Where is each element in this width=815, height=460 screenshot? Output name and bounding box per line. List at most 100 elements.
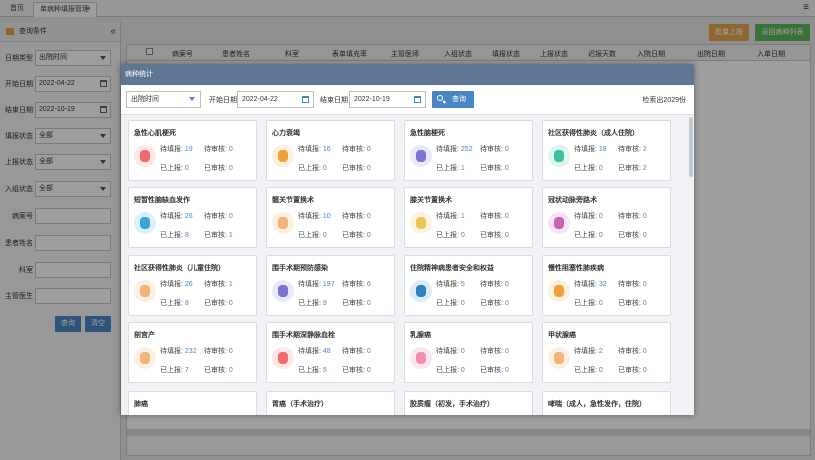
reported-stat: 已上报: 8 xyxy=(160,298,189,308)
reviewed-stat-label: 已审核: xyxy=(342,300,365,307)
disease-card[interactable]: 心力衰竭 待填报: 16 待审核: 0 已上报: 0 已审核: 0 xyxy=(266,120,395,181)
breast-icon xyxy=(410,347,432,369)
to-fill-stat: 待填报: 19 xyxy=(160,144,193,154)
to-review-stat-value: 0 xyxy=(366,348,371,355)
disease-card[interactable]: 急性心肌梗死 待填报: 19 待审核: 0 已上报: 0 已审核: 0 xyxy=(128,120,257,181)
disease-title: 短暂性脑缺血发作 xyxy=(134,197,190,204)
calendar-icon[interactable] xyxy=(414,96,421,103)
reviewed-stat: 已审核: 0 xyxy=(618,230,647,240)
to-review-stat-label: 待审核: xyxy=(480,348,503,355)
disease-card[interactable]: 髋关节置换术 待填报: 10 待审核: 0 已上报: 0 已审核: 0 xyxy=(266,187,395,248)
reported-stat: 已上报: 0 xyxy=(298,230,327,240)
disease-card[interactable]: 乳腺癌 待填报: 0 待审核: 0 已上报: 0 已审核: 0 xyxy=(404,322,533,383)
reported-stat-value: 9 xyxy=(322,300,327,307)
brain-icon xyxy=(410,145,432,167)
to-fill-stat-label: 待填报: xyxy=(160,213,183,220)
disease-card[interactable]: 甲状腺癌 待填报: 2 待审核: 0 已上报: 0 已审核: 0 xyxy=(542,322,671,383)
disease-card[interactable]: 哮喘（成人，急性发作，住院）待填报: 待审核: 已上报: 已审核: xyxy=(542,391,671,415)
to-fill-stat-label: 待填报: xyxy=(574,213,597,220)
reviewed-stat: 已审核: 0 xyxy=(342,298,371,308)
disease-card[interactable]: 急性脑梗死 待填报: 252 待审核: 0 已上报: 1 已审核: 0 xyxy=(404,120,533,181)
to-review-stat-label: 待审核: xyxy=(618,281,641,288)
to-review-stat-label: 待审核: xyxy=(342,348,365,355)
reported-stat-value: 0 xyxy=(598,367,603,374)
to-review-stat: 待审核: 0 xyxy=(204,144,233,154)
to-fill-stat: 待填报: 16 xyxy=(298,144,331,154)
modal-end-date-input[interactable]: 2022-10-19 xyxy=(349,91,426,108)
reported-stat: 已上报: 9 xyxy=(298,298,327,308)
to-review-stat: 待审核: 1 xyxy=(204,279,233,289)
disease-card[interactable]: 社区获得性肺炎（儿童住院） 待填报: 26 待审核: 1 已上报: 8 已审核: 0 xyxy=(128,255,257,316)
to-fill-stat-label: 待填报: xyxy=(298,281,321,288)
reviewed-stat-value: 0 xyxy=(228,367,233,374)
reviewed-stat: 已审核: 1 xyxy=(204,230,233,240)
modal-end-label: 结束日期 xyxy=(320,97,348,104)
to-fill-stat-value: 0 xyxy=(598,213,603,220)
modal-date-type-select[interactable]: 出院时间 xyxy=(126,91,201,108)
reported-stat-label: 已上报: xyxy=(160,367,183,374)
disease-card[interactable]: 胶质瘤（初发，手术治疗）待填报: 待审核: 已上报: 已审核: xyxy=(404,391,533,415)
reported-stat-value: 0 xyxy=(598,232,603,239)
to-fill-stat-label: 待填报: xyxy=(436,348,459,355)
heart-icon xyxy=(134,145,156,167)
to-fill-stat-value: 232 xyxy=(184,348,197,355)
to-review-stat: 待审核: 0 xyxy=(618,211,647,221)
reviewed-stat-value: 0 xyxy=(504,232,509,239)
to-review-stat-value: 0 xyxy=(504,213,509,220)
reviewed-stat-value: 0 xyxy=(228,165,233,172)
reported-stat-value: 8 xyxy=(184,232,189,239)
to-fill-stat: 待填报: 0 xyxy=(436,346,465,356)
calendar-icon[interactable] xyxy=(302,96,309,103)
to-review-stat-value: 6 xyxy=(366,281,371,288)
to-fill-stat-label: 待填报: xyxy=(160,348,183,355)
disease-card[interactable]: 剖宫产 待填报: 232 待审核: 0 已上报: 7 已审核: 0 xyxy=(128,322,257,383)
disease-card[interactable]: 冠状动脉旁路术 待填报: 0 待审核: 0 已上报: 0 已审核: 0 xyxy=(542,187,671,248)
reported-stat-label: 已上报: xyxy=(436,300,459,307)
disease-card[interactable]: 短暂性脑缺血发作 待填报: 26 待审核: 0 已上报: 8 已审核: 1 xyxy=(128,187,257,248)
disease-card[interactable]: 膝关节置换术 待填报: 1 待审核: 0 已上报: 0 已审核: 0 xyxy=(404,187,533,248)
disease-card[interactable]: 慢性阻塞性肺疾病 待填报: 32 待审核: 0 已上报: 0 已审核: 0 xyxy=(542,255,671,316)
vertical-scrollbar[interactable] xyxy=(689,117,693,177)
reviewed-stat-label: 已审核: xyxy=(480,367,503,374)
reviewed-stat-value: 2 xyxy=(642,165,647,172)
disease-title: 心力衰竭 xyxy=(272,130,300,137)
disease-title: 社区获得性肺炎（儿童住院） xyxy=(134,265,225,272)
disease-card[interactable]: 社区获得性肺炎（成人住院） 待填报: 18 待审核: 2 已上报: 0 已审核: 2 xyxy=(542,120,671,181)
disease-card[interactable]: 围手术期预防感染 待填报: 197 待审核: 6 已上报: 9 已审核: 0 xyxy=(266,255,395,316)
disease-card[interactable]: 胃癌（手术治疗）待填报: 待审核: 已上报: 已审核: xyxy=(266,391,395,415)
reviewed-stat: 已审核: 0 xyxy=(480,163,509,173)
disease-card[interactable]: 住院精神病患者安全和权益 待填报: 5 待审核: 0 已上报: 0 已审核: 0 xyxy=(404,255,533,316)
to-review-stat-value: 0 xyxy=(228,348,233,355)
disease-card[interactable]: 围手术期深静脉血栓 待填报: 48 待审核: 0 已上报: 5 已审核: 0 xyxy=(266,322,395,383)
disease-card[interactable]: 肺癌待填报: 待审核: 已上报: 已审核: xyxy=(128,391,257,415)
to-review-stat: 待审核: 6 xyxy=(342,279,371,289)
uterus-icon xyxy=(134,347,156,369)
disease-title: 急性心肌梗死 xyxy=(134,130,176,137)
to-fill-stat-value: 19 xyxy=(184,146,193,153)
modal-query-button[interactable]: 查询 xyxy=(432,91,474,108)
reviewed-stat: 已审核: 0 xyxy=(342,365,371,375)
reviewed-stat-value: 0 xyxy=(504,300,509,307)
reported-stat: 已上报: 1 xyxy=(436,163,465,173)
to-fill-stat: 待填报: 10 xyxy=(298,211,331,221)
disease-title: 甲状腺癌 xyxy=(548,332,576,339)
reviewed-stat-label: 已审核: xyxy=(204,165,227,172)
to-review-stat-value: 1 xyxy=(228,281,233,288)
head-icon xyxy=(410,280,432,302)
reported-stat-value: 7 xyxy=(184,367,189,374)
modal-start-date-value: 2022-04-22 xyxy=(242,96,278,103)
reported-stat-value: 5 xyxy=(322,367,327,374)
modal-start-date-input[interactable]: 2022-04-22 xyxy=(237,91,314,108)
reported-stat: 已上报: 8 xyxy=(160,230,189,240)
chevron-down-icon xyxy=(189,97,195,101)
to-review-stat: 待审核: 0 xyxy=(480,144,509,154)
reported-stat: 已上报: 7 xyxy=(160,365,189,375)
to-fill-stat: 待填报: 26 xyxy=(160,211,193,221)
to-fill-stat-value: 1 xyxy=(460,213,465,220)
reviewed-stat: 已审核: 2 xyxy=(618,163,647,173)
to-fill-stat-label: 待填报: xyxy=(160,281,183,288)
to-review-stat: 待审核: 0 xyxy=(480,211,509,221)
to-review-stat-value: 2 xyxy=(642,146,647,153)
to-fill-stat: 待填报: 232 xyxy=(160,346,197,356)
to-fill-stat-label: 待填报: xyxy=(574,281,597,288)
